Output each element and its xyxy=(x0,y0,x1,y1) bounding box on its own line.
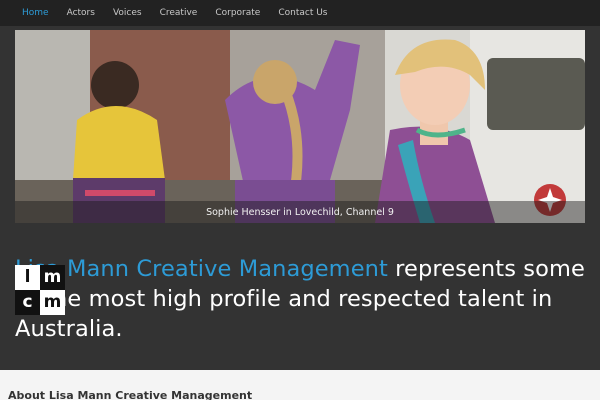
nav-creative[interactable]: Creative xyxy=(160,8,198,18)
hero-section: Sophie Hensser in Lovechild, Channel 9 L… xyxy=(0,26,600,370)
hero-slideshow[interactable]: Sophie Hensser in Lovechild, Channel 9 xyxy=(15,30,585,223)
hero-photo xyxy=(15,30,585,223)
tagline: Lisa Mann Creative Management represents… xyxy=(15,254,595,344)
nav-home[interactable]: Home xyxy=(22,8,49,18)
main-navbar: Home Actors Voices Creative Corporate Co… xyxy=(0,0,600,26)
nav-corporate[interactable]: Corporate xyxy=(215,8,260,18)
nav-actors[interactable]: Actors xyxy=(67,8,95,18)
logo-letter: m xyxy=(40,265,65,290)
about-heading: About Lisa Mann Creative Management xyxy=(8,389,253,400)
slide-caption-bar: Sophie Hensser in Lovechild, Channel 9 xyxy=(15,201,585,223)
logo-letter: l xyxy=(15,265,40,290)
logo-letter: c xyxy=(15,290,40,315)
slide-caption: Sophie Hensser in Lovechild, Channel 9 xyxy=(206,206,394,218)
nav-contact-us[interactable]: Contact Us xyxy=(278,8,327,18)
logo-letter: m xyxy=(40,290,65,315)
brand-name-link[interactable]: Lisa Mann Creative Management xyxy=(15,256,388,282)
lmcm-logo[interactable]: l m c m xyxy=(15,265,65,315)
nav-voices[interactable]: Voices xyxy=(113,8,142,18)
